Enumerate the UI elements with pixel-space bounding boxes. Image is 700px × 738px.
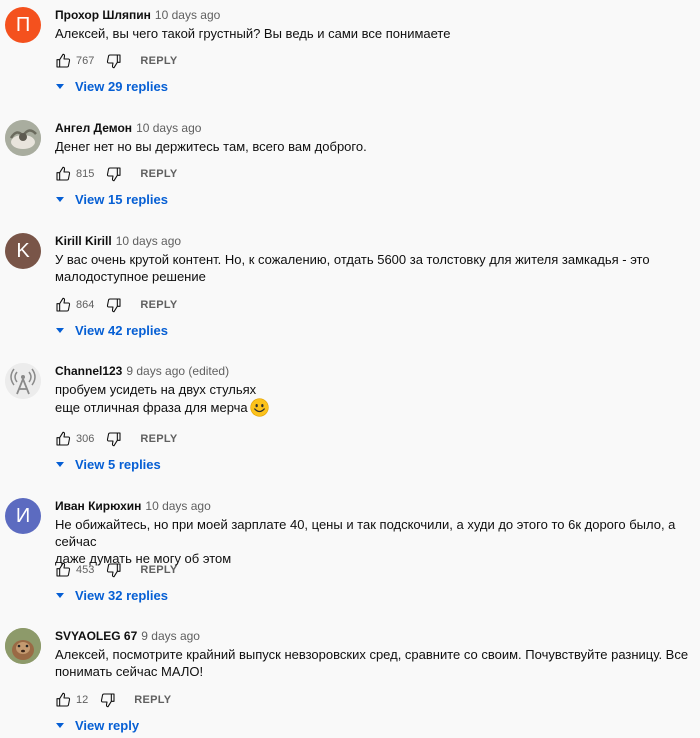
reply-button[interactable]: REPLY [140, 564, 177, 576]
comment-text: У вас очень крутой контент. Но, к сожале… [55, 252, 650, 284]
thumbs-down-icon[interactable] [106, 297, 122, 313]
caret-down-icon [56, 461, 64, 467]
comment-author[interactable]: Channel123 [55, 364, 122, 378]
caret-down-icon [56, 722, 64, 728]
like-count: 815 [76, 168, 95, 180]
comment-text: Алексей, посмотрите крайний выпуск невзо… [55, 647, 689, 679]
comment-time[interactable]: 10 days ago [116, 234, 181, 248]
reply-button[interactable]: REPLY [140, 433, 177, 445]
thumbs-up-icon[interactable] [55, 297, 71, 313]
comment-text: Денег нет но вы держитесь там, всего вам… [55, 139, 367, 154]
comment-author[interactable]: SVYAOLEG 67 [55, 629, 137, 643]
comment-author[interactable]: Прохор Шляпин [55, 8, 151, 22]
comment-time[interactable]: 10 days ago [145, 499, 210, 513]
comment-text: пробуем усидеть на двух стульях еще отли… [55, 381, 695, 417]
view-replies-button[interactable]: View 32 replies [55, 587, 168, 603]
thumbs-down-icon[interactable] [106, 562, 122, 578]
caret-down-icon [56, 592, 64, 598]
avatar[interactable] [5, 120, 41, 156]
caret-down-icon [56, 83, 64, 89]
caret-down-icon [56, 196, 64, 202]
avatar[interactable] [5, 363, 41, 399]
thumbs-up-icon[interactable] [55, 431, 71, 447]
comment-text: Не обижайтесь, но при моей зарплате 40, … [55, 517, 676, 566]
avatar[interactable]: K [5, 233, 41, 269]
reply-button[interactable]: REPLY [140, 55, 177, 67]
comment-author[interactable]: Ангел Демон [55, 121, 132, 135]
thumbs-up-icon[interactable] [55, 692, 71, 708]
comment-time[interactable]: 9 days ago [141, 629, 200, 643]
caret-down-icon [56, 327, 64, 333]
thumbs-down-icon[interactable] [106, 53, 122, 69]
avatar[interactable]: П [5, 7, 41, 43]
thumbs-up-icon[interactable] [55, 53, 71, 69]
thumbs-down-icon[interactable] [106, 431, 122, 447]
avatar[interactable] [5, 628, 41, 664]
thumbs-up-icon[interactable] [55, 166, 71, 182]
like-count: 767 [76, 55, 95, 67]
like-count: 864 [76, 299, 95, 311]
view-replies-button[interactable]: View reply [55, 717, 139, 733]
comment-time[interactable]: 10 days ago [136, 121, 201, 135]
comment-time[interactable]: 9 days ago (edited) [126, 364, 229, 378]
view-replies-button[interactable]: View 29 replies [55, 78, 168, 94]
smiling-face-emoji-icon [250, 398, 269, 417]
view-replies-button[interactable]: View 42 replies [55, 322, 168, 338]
like-count: 453 [76, 564, 95, 576]
comment-text: Алексей, вы чего такой грустный? Вы ведь… [55, 26, 451, 41]
like-count: 12 [76, 694, 89, 706]
comment-time[interactable]: 10 days ago [155, 8, 220, 22]
reply-button[interactable]: REPLY [134, 694, 171, 706]
comment-author[interactable]: Иван Кирюхин [55, 499, 141, 513]
comment-author[interactable]: Kirill Kirill [55, 234, 112, 248]
view-replies-button[interactable]: View 15 replies [55, 191, 168, 207]
view-replies-button[interactable]: View 5 replies [55, 456, 161, 472]
like-count: 306 [76, 433, 95, 445]
reply-button[interactable]: REPLY [140, 299, 177, 311]
thumbs-up-icon[interactable] [55, 562, 71, 578]
thumbs-down-icon[interactable] [106, 166, 122, 182]
avatar[interactable]: И [5, 498, 41, 534]
thumbs-down-icon[interactable] [100, 692, 116, 708]
reply-button[interactable]: REPLY [140, 168, 177, 180]
